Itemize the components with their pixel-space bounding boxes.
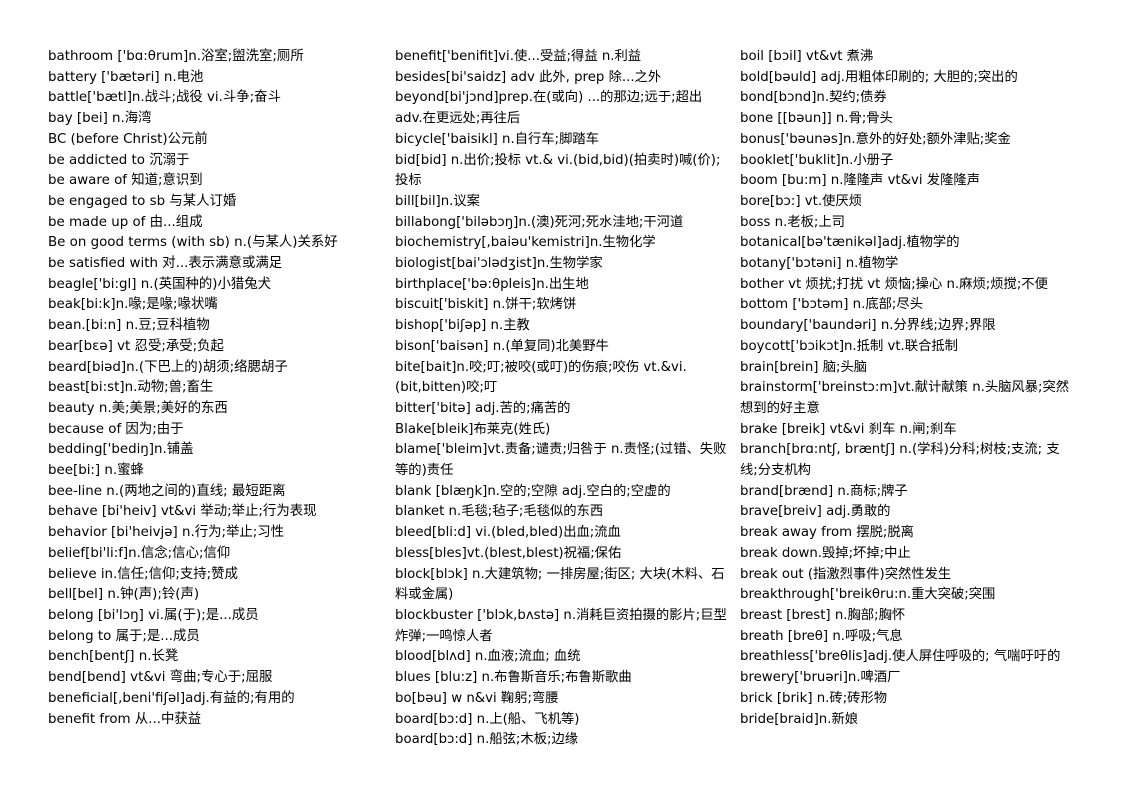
- dictionary-entry: beneficial[,beni'fiʃəl]adj.有益的;有用的: [48, 690, 295, 706]
- dictionary-entry: bo[bəu] w n&vi 鞠躬;弯腰: [395, 690, 559, 706]
- dictionary-entry: bean.[bi:n] n.豆;豆科植物: [48, 318, 210, 334]
- dictionary-entry: break out (指激烈事件)突然性发生: [740, 566, 952, 582]
- dictionary-entry: bite[bait]n.咬;叮;被咬(或叮)的伤痕;咬伤 vt.&vi.(bit…: [395, 359, 687, 396]
- dictionary-entry: bee-line n.(两地之间的)直线; 最短距离: [48, 483, 286, 499]
- dictionary-entry: bear[bɛə] vt 忍受;承受;负起: [48, 338, 224, 354]
- dictionary-entry: boil [bɔil] vt&vt 煮沸: [740, 49, 874, 64]
- dictionary-entry: bench[bentʃ] n.长凳: [48, 649, 179, 665]
- dictionary-entry: branch[brɑ:ntʃ, bræntʃ] n.(学科)分科;树枝;支流; …: [740, 442, 1060, 479]
- dictionary-entry: brake [breik] vt&vi 刹车 n.闸;刹车: [740, 421, 957, 437]
- dictionary-entry: battery ['bætəri] n.电池: [48, 69, 204, 85]
- dictionary-entry: belong to 属于;是...成员: [48, 628, 200, 644]
- dictionary-entry: BC (before Christ)公元前: [48, 131, 208, 147]
- dictionary-entry: bathroom ['bɑ:θrum]n.浴室;盥洗室;厕所: [48, 49, 304, 64]
- dictionary-entry: beak[bi:k]n.喙;是喙;喙状嘴: [48, 297, 218, 313]
- dictionary-entry: birthplace['bə:θpleis]n.出生地: [395, 276, 589, 292]
- dictionary-entry: block[blɔk] n.大建筑物; 一排房屋;街区; 大块(木料、石料或金属…: [395, 566, 725, 603]
- dictionary-entry: bishop['biʃəp] n.主教: [395, 318, 530, 334]
- dictionary-entry: boundary['baundəri] n.分界线;边界;界限: [740, 318, 996, 334]
- dictionary-entry: blues [blu:z] n.布鲁斯音乐;布鲁斯歌曲: [395, 670, 632, 686]
- dictionary-entry: billabong['biləbɔŋ]n.(澳)死河;死水洼地;干河道: [395, 214, 684, 230]
- dictionary-entry: botany['bɔtəni] n.植物学: [740, 256, 899, 272]
- dictionary-entry: break down.毁掉;坏掉;中止: [740, 545, 911, 561]
- dictionary-entry: believe in.信任;信仰;支持;赞成: [48, 566, 238, 582]
- dictionary-entry: board[bɔ:d] n.上(船、飞机等): [395, 711, 580, 727]
- dictionary-entry: bill[bil]n.议案: [395, 193, 480, 209]
- dictionary-entry: bedding['bediŋ]n.铺盖: [48, 442, 194, 458]
- dictionary-entry: bonus['bəunəs]n.意外的好处;额外津贴;奖金: [740, 131, 1011, 147]
- dictionary-entry: beauty n.美;美景;美好的东西: [48, 400, 228, 416]
- dictionary-entry: blood[blʌd] n.血液;流血; 血统: [395, 649, 581, 665]
- dictionary-entry: biologist[bai'ɔlədʒist]n.生物学家: [395, 256, 603, 272]
- dictionary-entry: biochemistry[,baiəu'kemistri]n.生物化学: [395, 235, 656, 251]
- dictionary-entry: bend[bend] vt&vi 弯曲;专心于;屈服: [48, 670, 273, 686]
- word-list-columns: bathroom ['bɑ:θrum]n.浴室;盥洗室;厕所 battery […: [48, 47, 1083, 751]
- dictionary-entry: bay [bei] n.海湾: [48, 111, 152, 127]
- dictionary-entry: Be on good terms (with sb) n.(与某人)关系好: [48, 235, 338, 251]
- dictionary-entry: bone [[bəun]] n.骨;骨头: [740, 111, 893, 127]
- dictionary-entry: bicycle['baisikl] n.自行车;脚踏车: [395, 131, 599, 147]
- dictionary-entry: brand[brænd] n.商标;牌子: [740, 483, 908, 499]
- dictionary-entry: bell[bel] n.钟(声);铃(声): [48, 587, 200, 603]
- dictionary-entry: beyond[bi'jɔnd]prep.在(或向) ...的那边;远于;超出 a…: [395, 90, 703, 127]
- dictionary-entry: beard[biəd]n.(下巴上的)胡须;络腮胡子: [48, 359, 288, 375]
- dictionary-entry: brain[brein] 脑;头脑: [740, 359, 868, 375]
- dictionary-entry: brewery['bruəri]n.啤酒厂: [740, 670, 901, 686]
- dictionary-entry: breakthrough['breikθru:n.重大突破;突围: [740, 587, 996, 603]
- page: bathroom ['bɑ:θrum]n.浴室;盥洗室;厕所 battery […: [0, 0, 1123, 794]
- dictionary-entry: bless[bles]vt.(blest,blest)祝福;保佑: [395, 545, 622, 561]
- word-list-column-3: boil [bɔil] vt&vt 煮沸 bold[bəuld] adj.用粗体…: [738, 47, 1083, 730]
- dictionary-entry: bold[bəuld] adj.用粗体印刷的; 大胆的;突出的: [740, 69, 1018, 85]
- dictionary-entry: bore[bɔ:] vt.使厌烦: [740, 193, 862, 209]
- dictionary-entry: bottom ['bɔtəm] n.底部;尽头: [740, 297, 923, 313]
- dictionary-entry: board[bɔ:d] n.船弦;木板;边缘: [395, 732, 579, 748]
- dictionary-entry: blockbuster ['blɔk,bʌstə] n.消耗巨资拍摄的影片;巨型…: [395, 607, 727, 644]
- dictionary-entry: benefit from 从...中获益: [48, 711, 202, 727]
- dictionary-entry: Blake[bleik]布莱克(姓氏): [395, 421, 551, 437]
- dictionary-entry: breath [breθ] n.呼吸;气息: [740, 628, 903, 644]
- dictionary-entry: blanket n.毛毯;毡子;毛毯似的东西: [395, 504, 604, 520]
- dictionary-entry: be addicted to 沉溺于: [48, 152, 190, 168]
- dictionary-entry: bond[bɔnd]n.契约;债券: [740, 90, 887, 106]
- dictionary-entry: because of 因为;由于: [48, 421, 184, 437]
- dictionary-entry: benefit['benifit]vi.使...受益;得益 n.利益: [395, 49, 642, 64]
- dictionary-entry: bitter['bitə] adj.苦的;痛苦的: [395, 400, 571, 416]
- dictionary-entry: brick [brik] n.砖;砖形物: [740, 690, 888, 706]
- dictionary-entry: bother vt 烦扰;打扰 vt 烦恼;操心 n.麻烦;烦搅;不便: [740, 276, 1048, 292]
- dictionary-entry: be made up of 由...组成: [48, 214, 203, 230]
- dictionary-entry: besides[bi'saidz] adv 此外, prep 除...之外: [395, 69, 662, 85]
- dictionary-entry: booklet['buklit]n.小册子: [740, 152, 894, 168]
- dictionary-entry: beast[bi:st]n.动物;兽;畜生: [48, 380, 214, 396]
- dictionary-entry: be satisfied with 对...表示满意或满足: [48, 256, 283, 272]
- dictionary-entry: be aware of 知道;意识到: [48, 173, 203, 189]
- dictionary-entry: breast [brest] n.胸部;胸怀: [740, 607, 906, 623]
- dictionary-entry: brave[breiv] adj.勇敢的: [740, 504, 891, 520]
- dictionary-entry: botanical[bə'tænikəl]adj.植物学的: [740, 235, 960, 251]
- dictionary-entry: boycott['bɔikɔt]n.抵制 vt.联合抵制: [740, 338, 958, 354]
- dictionary-entry: be engaged to sb 与某人订婚: [48, 193, 237, 209]
- dictionary-entry: breathless['breθlis]adj.使人屏住呼吸的; 气喘吁吁的: [740, 649, 1061, 665]
- dictionary-entry: belong [bi'lɔŋ] vi.属(于);是...成员: [48, 607, 259, 623]
- dictionary-entry: beagle['bi:gl] n.(英国种的)小猎兔犬: [48, 276, 272, 292]
- dictionary-entry: bride[braid]n.新娘: [740, 711, 859, 727]
- dictionary-entry: battle['bætl]n.战斗;战役 vi.斗争;奋斗: [48, 90, 281, 106]
- dictionary-entry: blank [blæŋk]n.空的;空隙 adj.空白的;空虚的: [395, 483, 671, 499]
- dictionary-entry: boom [bu:m] n.隆隆声 vt&vi 发隆隆声: [740, 173, 980, 189]
- dictionary-entry: biscuit['biskit] n.饼干;软烤饼: [395, 297, 577, 313]
- dictionary-entry: behave [bi'heiv] vt&vi 举动;举止;行为表现: [48, 504, 317, 520]
- word-list-column-2: benefit['benifit]vi.使...受益;得益 n.利益 besid…: [393, 47, 738, 751]
- dictionary-entry: bison['baisən] n.(单复同)北美野牛: [395, 338, 609, 354]
- dictionary-entry: boss n.老板;上司: [740, 214, 845, 230]
- word-list-column-1: bathroom ['bɑ:θrum]n.浴室;盥洗室;厕所 battery […: [48, 47, 393, 730]
- dictionary-entry: bleed[bli:d] vi.(bled,bled)出血;流血: [395, 525, 621, 541]
- dictionary-entry: break away from 摆脱;脱离: [740, 525, 914, 541]
- dictionary-entry: belief[bi'li:f]n.信念;信心;信仰: [48, 545, 231, 561]
- dictionary-entry: blame['bleim]vt.责备;谴责;归咎于 n.责怪;(过错、失败等的)…: [395, 442, 727, 479]
- dictionary-entry: bee[bi:] n.蜜蜂: [48, 463, 144, 479]
- dictionary-entry: bid[bid] n.出价;投标 vt.& vi.(bid,bid)(拍卖时)喊…: [395, 152, 721, 189]
- dictionary-entry: brainstorm['breinstɔ:m]vt.献计献策 n.头脑风暴;突然…: [740, 380, 1070, 416]
- dictionary-entry: behavior [bi'heivjə] n.行为;举止;习性: [48, 525, 285, 541]
